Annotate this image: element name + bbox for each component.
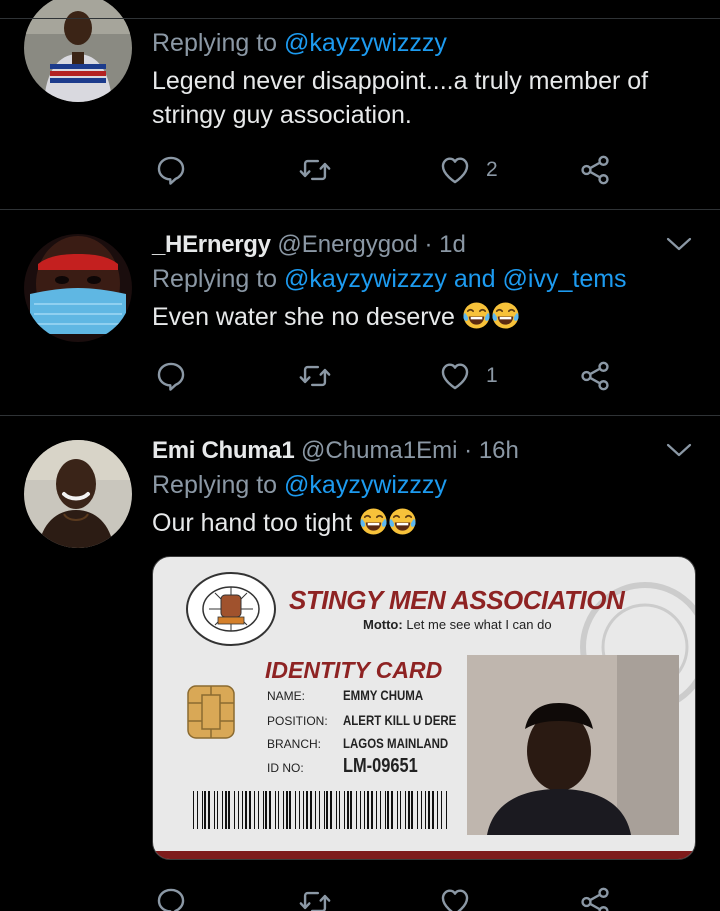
card-motto: Motto: Let me see what I can do — [363, 617, 552, 632]
separator-dot: · — [424, 231, 433, 258]
replying-to-label: Replying to — [152, 265, 285, 293]
card-field-value: EMMY CHUMA — [343, 687, 424, 703]
card-field-value: LAGOS MAINLAND — [343, 735, 449, 751]
tweet-header: _HErnergy @Energygod · 1d — [152, 230, 696, 260]
mention-link[interactable]: @kayzywizzzy — [284, 29, 447, 57]
like-icon — [438, 153, 472, 187]
replying-to: Replying to @kayzywizzzy — [152, 468, 696, 502]
card-field-value: LM-09651 — [343, 755, 418, 777]
share-button[interactable] — [578, 356, 612, 396]
tweet-text: Even water she no deserve — [152, 300, 696, 334]
replying-to: Replying to @kayzywizzzy — [152, 26, 696, 60]
card-motto-text: Let me see what I can do — [406, 617, 552, 632]
share-icon — [578, 359, 612, 393]
tears-of-joy-emoji — [491, 301, 520, 330]
retweet-button[interactable] — [298, 150, 332, 190]
like-icon — [438, 359, 472, 393]
display-name[interactable]: _HErnergy — [152, 231, 271, 258]
tweet-header: Emi Chuma1 @Chuma1Emi · 16h — [152, 436, 696, 466]
like-count: 2 — [486, 158, 498, 181]
card-title: STINGY MEN ASSOCIATION — [289, 585, 625, 615]
handle[interactable]: @Energygod — [277, 231, 417, 258]
tweet-text-content: Our hand too tight — [152, 509, 353, 537]
mention-link[interactable]: @kayzywizzzy — [284, 471, 447, 499]
retweet-icon — [298, 359, 332, 393]
reply-icon — [154, 359, 188, 393]
card-field-value: ALERT KILL U DERE — [343, 712, 457, 728]
divider — [0, 18, 720, 19]
barcode — [193, 791, 447, 829]
retweet-button[interactable] — [298, 882, 332, 911]
retweet-icon — [298, 153, 332, 187]
avatar[interactable] — [24, 440, 132, 548]
like-button[interactable] — [438, 882, 472, 911]
card-field-label: POSITION: — [267, 714, 328, 728]
card-chip-icon — [187, 685, 235, 739]
avatar[interactable] — [24, 234, 132, 342]
reply-button[interactable] — [154, 882, 188, 911]
tears-of-joy-emoji — [388, 507, 417, 536]
tweet-actions — [152, 882, 622, 911]
card-field-label: BRANCH: — [267, 737, 322, 751]
handle[interactable]: @Chuma1Emi — [301, 437, 457, 464]
card-photo — [467, 655, 679, 835]
card-motto-label: Motto: — [363, 617, 403, 632]
reply-button[interactable] — [154, 356, 188, 396]
caret-down-icon[interactable] — [666, 236, 692, 252]
mention-link[interactable]: @kayzywizzzy — [284, 265, 447, 293]
like-button[interactable]: 2 — [438, 150, 498, 190]
like-icon — [438, 885, 472, 911]
separator-dot: · — [464, 437, 473, 464]
share-button[interactable] — [578, 882, 612, 911]
reply-icon — [154, 153, 188, 187]
mention-link[interactable]: @ivy_tems — [503, 265, 627, 293]
timestamp[interactable]: 16h — [479, 437, 519, 464]
reply-button[interactable] — [154, 150, 188, 190]
avatar[interactable] — [24, 0, 132, 102]
retweet-icon — [298, 885, 332, 911]
share-icon — [578, 885, 612, 911]
caret-down-icon[interactable] — [666, 442, 692, 458]
retweet-button[interactable] — [298, 356, 332, 396]
like-count: 1 — [486, 364, 498, 387]
replying-to: Replying to @kayzywizzzy and @ivy_tems — [152, 262, 696, 296]
share-button[interactable] — [578, 150, 612, 190]
tears-of-joy-emoji — [359, 507, 388, 536]
timestamp[interactable]: 1d — [439, 231, 466, 258]
tweet[interactable]: _HErnergy @Energygod · 1d Replying to @k… — [0, 210, 720, 416]
display-name[interactable]: Emi Chuma1 — [152, 437, 295, 464]
tweet-text: Our hand too tight — [152, 506, 696, 540]
tweet-actions: 2 — [152, 150, 622, 190]
tears-of-joy-emoji — [462, 301, 491, 330]
tweet-text-content: Even water she no deserve — [152, 303, 455, 331]
replying-to-label: Replying to — [152, 471, 285, 499]
mention-join: and — [446, 265, 503, 293]
card-field-label: NAME: — [267, 689, 306, 703]
share-icon — [578, 153, 612, 187]
tweet-media-image[interactable]: STINGY MEN ASSOCIATION Motto: Let me see… — [152, 556, 696, 860]
association-logo — [186, 572, 276, 646]
tweet[interactable]: Replying to @kayzywizzzy Legend never di… — [0, 0, 720, 210]
reply-icon — [154, 885, 188, 911]
like-button[interactable]: 1 — [438, 356, 498, 396]
replying-to-label: Replying to — [152, 29, 285, 57]
tweet-text: Legend never disappoint....a truly membe… — [152, 67, 649, 129]
card-field-label: ID NO: — [267, 761, 304, 775]
card-bottom-band — [153, 851, 695, 859]
card-identity-title: IDENTITY CARD — [265, 657, 443, 683]
tweet-actions: 1 — [152, 356, 622, 396]
